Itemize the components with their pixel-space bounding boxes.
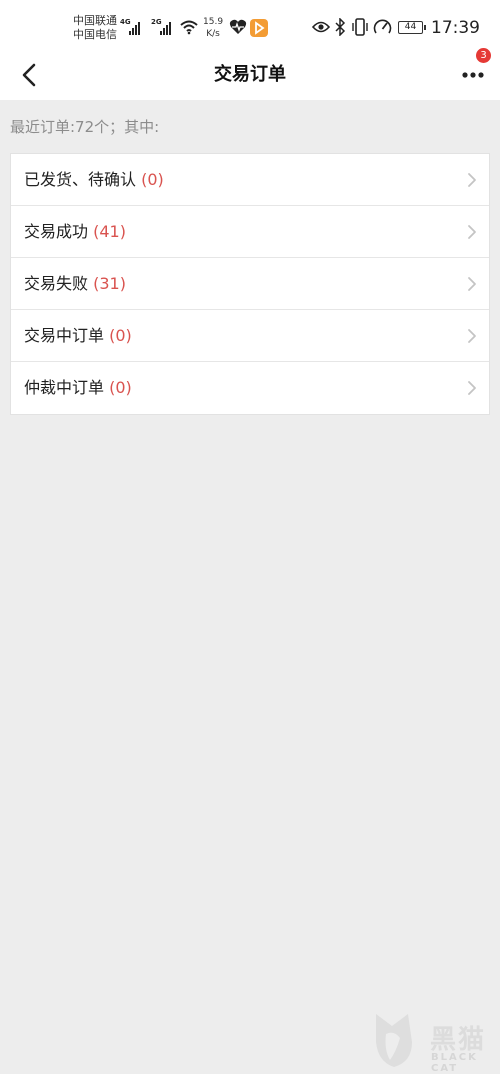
row-label-text: 交易中订单: [24, 326, 105, 345]
order-row-failed[interactable]: 交易失败 (31): [11, 258, 489, 310]
video-app-icon: [250, 19, 268, 37]
carrier-2: 中国电信: [73, 28, 117, 41]
row-count: (31): [93, 274, 126, 293]
order-summary: 最近订单:72个；其中:: [10, 118, 160, 136]
order-list: 已发货、待确认 (0) 交易成功 (41) 交易失败 (31) 交易中订单 (0…: [10, 153, 490, 415]
vibrate-icon: [352, 18, 368, 36]
chevron-right-icon: [468, 277, 476, 291]
row-label: 已发货、待确认 (0): [24, 154, 164, 205]
network-speed: 15.9 K/s: [203, 16, 223, 40]
battery-icon: 44: [398, 21, 426, 34]
chevron-left-icon[interactable]: [14, 60, 44, 90]
row-count: (0): [109, 378, 132, 397]
row-count: (0): [109, 326, 132, 345]
chevron-right-icon: [468, 329, 476, 343]
row-label-text: 仲裁中订单: [24, 378, 105, 397]
row-label: 仲裁中订单 (0): [24, 362, 132, 413]
signal-icon: [160, 21, 171, 35]
nav-bar: 交易订单 3: [0, 48, 500, 100]
carrier-info: 中国联通 中国电信: [73, 14, 117, 42]
chevron-right-icon: [468, 381, 476, 395]
notification-badge: 3: [476, 48, 491, 63]
status-bar: 中国联通 中国电信 4G 2G 15.9 K/s 44 17:39: [0, 0, 500, 50]
watermark-subtitle: BLACK CAT: [431, 1052, 478, 1074]
order-row-shipped-pending[interactable]: 已发货、待确认 (0): [11, 154, 489, 206]
more-dots-icon[interactable]: [458, 62, 492, 88]
bluetooth-icon: [335, 18, 346, 36]
row-label: 交易成功 (41): [24, 206, 126, 257]
order-row-success[interactable]: 交易成功 (41): [11, 206, 489, 258]
watermark-title: 黑猫: [430, 1025, 487, 1055]
signal-icon: [129, 21, 140, 35]
order-row-in-progress[interactable]: 交易中订单 (0): [11, 310, 489, 362]
speedometer-icon: [373, 19, 392, 34]
row-label: 交易中订单 (0): [24, 310, 132, 361]
order-row-arbitration[interactable]: 仲裁中订单 (0): [11, 362, 489, 414]
speed-unit: K/s: [206, 29, 220, 39]
carrier-1: 中国联通: [73, 14, 117, 27]
speed-value: 15.9: [203, 17, 224, 27]
row-label-text: 已发货、待确认: [24, 170, 137, 189]
status-time: 17:39: [431, 18, 480, 38]
chevron-right-icon: [468, 225, 476, 239]
row-count: (41): [93, 222, 126, 241]
page-title: 交易订单: [214, 64, 286, 85]
row-count: (0): [141, 170, 164, 189]
chevron-right-icon: [468, 173, 476, 187]
wifi-icon: [180, 20, 198, 35]
row-label-text: 交易失败: [24, 274, 89, 293]
heart-rate-icon: [229, 19, 247, 34]
eye-icon: [312, 21, 330, 33]
row-label-text: 交易成功: [24, 222, 89, 241]
row-label: 交易失败 (31): [24, 258, 126, 309]
